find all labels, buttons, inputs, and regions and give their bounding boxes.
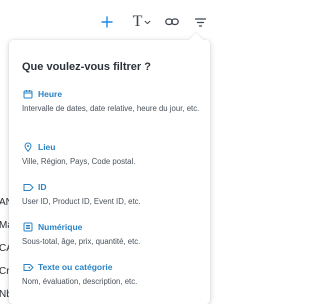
link-icon bbox=[165, 18, 179, 26]
filter-option-description: User ID, Product ID, Event ID, etc. bbox=[22, 197, 141, 206]
filter-option-numeric[interactable]: Numérique Sous-total, âge, prix, quantit… bbox=[22, 221, 208, 247]
filter-option-label: Heure bbox=[38, 89, 63, 99]
location-pin-icon bbox=[22, 141, 34, 153]
popover-title: Que voulez-vous filtrer ? bbox=[22, 61, 151, 73]
filter-option-label: Texte ou catégorie bbox=[38, 262, 113, 272]
filter-option-location[interactable]: Lieu Ville, Région, Pays, Code postal. bbox=[22, 141, 208, 167]
clipped-text: CA bbox=[0, 243, 9, 254]
filter-option-description: Sous-total, âge, prix, quantité, etc. bbox=[22, 237, 141, 246]
filter-option-text-category[interactable]: Texte ou catégorie Nom, évaluation, desc… bbox=[22, 261, 208, 287]
filter-option-description: Nom, évaluation, description, etc. bbox=[22, 277, 138, 286]
text-tag-icon bbox=[22, 261, 34, 273]
filter-option-label: ID bbox=[38, 182, 47, 192]
toolbar: T bbox=[0, 0, 221, 40]
filter-option-description: Intervalle de dates, date relative, heur… bbox=[22, 104, 200, 113]
clipped-text: Cr bbox=[0, 266, 9, 277]
clipped-text: AN bbox=[0, 197, 9, 208]
filter-type-popover: Que voulez-vous filtrer ? Heure Interval… bbox=[9, 32, 210, 304]
add-button[interactable] bbox=[99, 14, 115, 30]
filter-button[interactable] bbox=[192, 14, 208, 30]
filter-option-time[interactable]: Heure Intervalle de dates, date relative… bbox=[22, 88, 208, 114]
text-format-icon: T bbox=[132, 13, 143, 30]
filter-option-description: Ville, Région, Pays, Code postal. bbox=[22, 157, 136, 166]
chevron-down-icon bbox=[144, 20, 151, 24]
filter-option-id[interactable]: ID User ID, Product ID, Event ID, etc. bbox=[22, 181, 208, 207]
clipped-text: Ma bbox=[0, 220, 9, 231]
number-list-icon bbox=[22, 221, 34, 233]
text-format-button[interactable]: T bbox=[129, 14, 155, 30]
link-button[interactable] bbox=[163, 14, 181, 30]
id-tag-icon bbox=[22, 181, 34, 193]
plus-icon bbox=[101, 16, 113, 28]
calendar-icon bbox=[22, 88, 34, 100]
clipped-text: Nb bbox=[0, 289, 9, 300]
left-edge-fragments: AN Ma CA Cr Nb bbox=[0, 0, 9, 304]
filter-option-label: Lieu bbox=[38, 142, 56, 152]
filter-option-label: Numérique bbox=[38, 222, 83, 232]
filter-icon bbox=[194, 17, 206, 27]
